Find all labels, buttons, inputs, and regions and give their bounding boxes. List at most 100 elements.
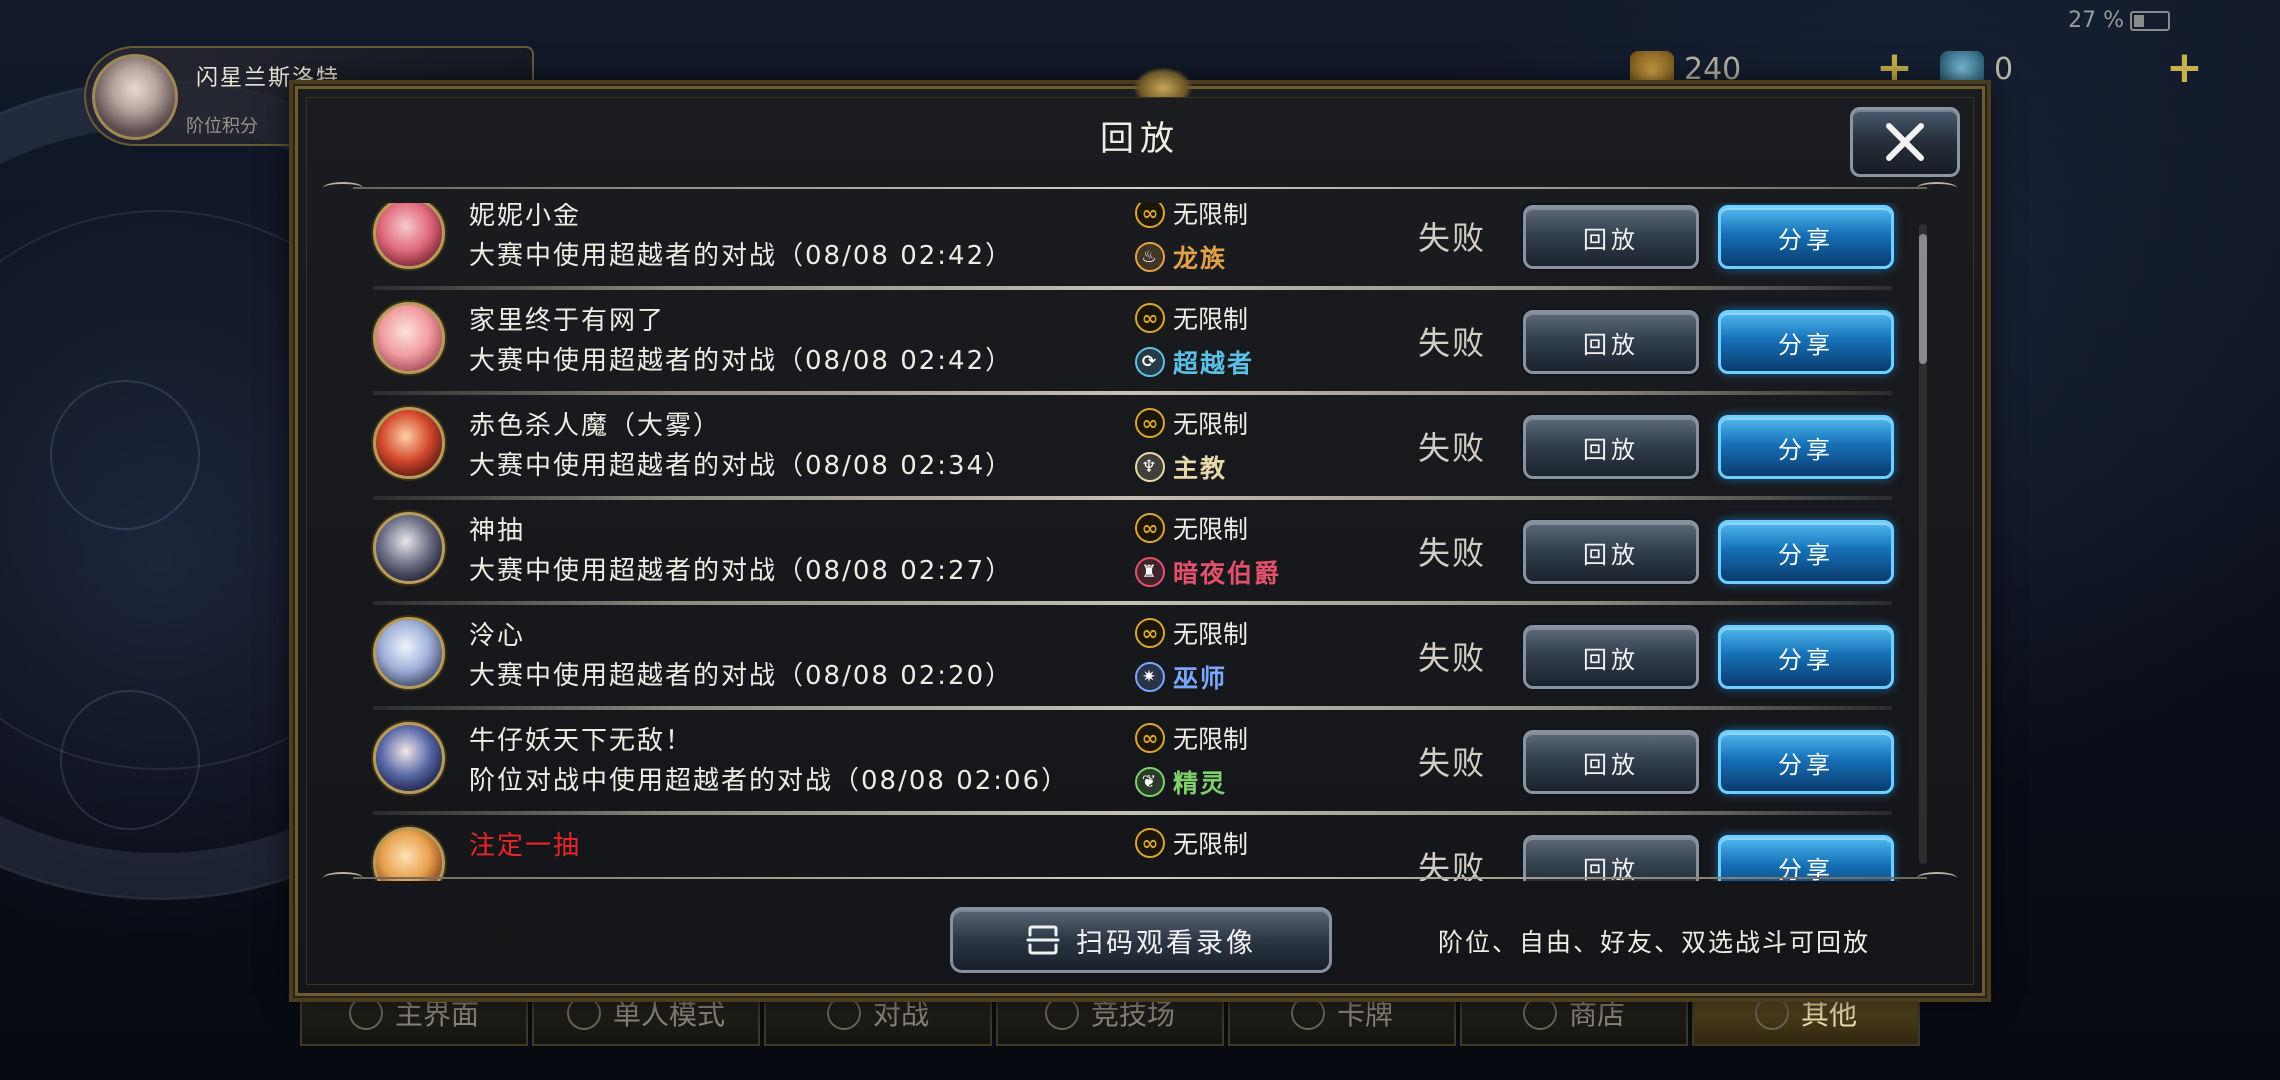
rank-points-label: 阶位积分 [186,116,258,137]
scrollbar[interactable] [1919,224,1927,864]
match-description: 阶位对战中使用超越者的对战（08/08 02:06） [469,766,1070,796]
replay-button[interactable]: 回放 [1523,730,1699,794]
share-button[interactable]: 分享 [1718,730,1894,794]
result-label: 失败 [1418,639,1487,677]
nav-label: 单人模式 [612,998,725,1031]
sword-icon [566,996,601,1030]
top-divider [323,181,1957,195]
infinity-icon: ∞ [1135,513,1165,543]
replay-button[interactable]: 回放 [1523,625,1699,689]
nav-label: 竞技场 [1090,998,1175,1031]
scan-button-label: 扫码观看录像 [1076,927,1256,959]
format-label: 无限制 [1173,515,1249,544]
share-button[interactable]: 分享 [1718,625,1894,689]
opponent-name: 神抽 [469,516,526,546]
replay-button[interactable]: 回放 [1523,310,1699,374]
opponent-name: 家里终于有网了 [469,306,666,336]
class-tag: ❦ 精灵 [1135,764,1227,800]
infinity-icon: ∞ [1135,203,1165,228]
class-tag: ✷ 巫师 [1135,659,1227,695]
result-label: 失败 [1418,534,1487,572]
class-label: 主教 [1173,454,1228,483]
gold-amount: 240 [1684,51,1742,87]
replay-row: 妮妮小金 大赛中使用超越者的对战（08/08 02:42） ∞ 无限制 ♨ 龙族… [323,203,1942,290]
replay-row: 家里终于有网了 大赛中使用超越者的对战（08/08 02:42） ∞ 无限制 ⟳… [323,290,1942,395]
infinity-icon: ∞ [1135,828,1165,858]
match-description: 大赛中使用超越者的对战（08/08 02:27） [469,556,1014,586]
class-label: 精灵 [1173,769,1228,798]
replay-list[interactable]: 妮妮小金 大赛中使用超越者的对战（08/08 02:42） ∞ 无限制 ♨ 龙族… [323,203,1942,881]
format-label: 无限制 [1173,305,1249,334]
match-description: 大赛中使用超越者的对战（08/08 02:20） [469,661,1014,691]
class-icon: ♆ [1135,452,1165,482]
opponent-avatar [373,203,445,269]
class-tag: ♆ 主教 [1135,449,1227,485]
opponent-avatar [373,302,445,374]
background-orb [50,380,200,530]
share-button[interactable]: 分享 [1718,415,1894,479]
bottom-divider [323,871,1957,885]
replay-button[interactable]: 回放 [1523,520,1699,584]
replay-row: 神抽 大赛中使用超越者的对战（08/08 02:27） ∞ 无限制 ♜ 暗夜伯爵… [323,500,1942,605]
shop-icon [1522,996,1557,1030]
class-tag: ♨ 龙族 [1135,239,1227,275]
replay-dialog: 回放 妮妮小金 大赛中使用超越者的对战（08/08 02:42） ∞ 无限制 ♨… [295,67,1985,996]
opponent-name: 泠心 [469,621,526,651]
replay-row: 泠心 大赛中使用超越者的对战（08/08 02:20） ∞ 无限制 ✷ 巫师 失… [323,605,1942,710]
other-icon [1754,996,1789,1030]
share-button[interactable]: 分享 [1718,205,1894,269]
opponent-avatar [373,407,445,479]
replay-hint-text: 阶位、自由、好友、双选战斗可回放 [1438,928,1871,957]
class-label: 巫师 [1173,664,1228,693]
class-icon: ✷ [1135,662,1165,692]
opponent-name: 牛仔妖天下无敌！ [469,726,694,756]
replay-button[interactable]: 回放 [1523,205,1699,269]
format-tag: ∞ 无限制 [1135,203,1248,231]
player-avatar [92,54,178,140]
battery-percent: 27 % [2068,8,2124,33]
crest-ornament-icon [1133,67,1193,97]
dialog-title: 回放 [1100,119,1180,159]
class-icon: ❦ [1135,767,1165,797]
opponent-name: 赤色杀人魔（大雾） [469,411,722,441]
nav-label: 主界面 [394,998,479,1031]
class-tag: ♜ 暗夜伯爵 [1135,554,1281,590]
result-label: 失败 [1418,324,1487,362]
replay-button[interactable]: 回放 [1523,415,1699,479]
infinity-icon: ∞ [1135,303,1165,333]
nav-label: 对战 [872,998,929,1031]
format-tag: ∞ 无限制 [1135,405,1248,441]
format-label: 无限制 [1173,830,1249,859]
nav-label: 其他 [1800,998,1857,1031]
class-icon: ♜ [1135,557,1165,587]
infinity-icon: ∞ [1135,408,1165,438]
scan-qr-button[interactable]: 扫码观看录像 [950,907,1332,973]
format-label: 无限制 [1173,620,1249,649]
class-icon: ⟳ [1135,347,1165,377]
class-label: 龙族 [1173,244,1228,273]
match-description: 大赛中使用超越者的对战（08/08 02:42） [469,241,1014,271]
share-button[interactable]: 分享 [1718,310,1894,374]
scan-icon [1026,925,1060,955]
infinity-icon: ∞ [1135,723,1165,753]
opponent-name: 注定一抽 [469,831,582,861]
format-label: 无限制 [1173,410,1249,439]
share-button[interactable]: 分享 [1718,520,1894,584]
battery-indicator: 27 % [2068,8,2170,33]
format-tag: ∞ 无限制 [1135,825,1248,861]
result-label: 失败 [1418,219,1487,257]
class-label: 暗夜伯爵 [1173,559,1282,588]
result-label: 失败 [1418,744,1487,782]
scrollbar-thumb[interactable] [1919,234,1927,364]
add-gem-button[interactable]: + [2166,46,2203,90]
add-gold-button[interactable]: + [1876,46,1913,90]
match-description: 大赛中使用超越者的对战（08/08 02:42） [469,346,1014,376]
format-label: 无限制 [1173,203,1249,229]
crystal-icon [1940,51,1984,87]
game-screen: 27 % 闪星兰斯洛特 阶位积分 240 + 0 + 主界面 单人模式 对战 竞… [0,0,2280,1080]
format-tag: ∞ 无限制 [1135,615,1248,651]
close-button[interactable] [1850,107,1960,177]
class-label: 超越者 [1173,349,1255,378]
format-tag: ∞ 无限制 [1135,300,1248,336]
close-icon [1886,123,1924,161]
